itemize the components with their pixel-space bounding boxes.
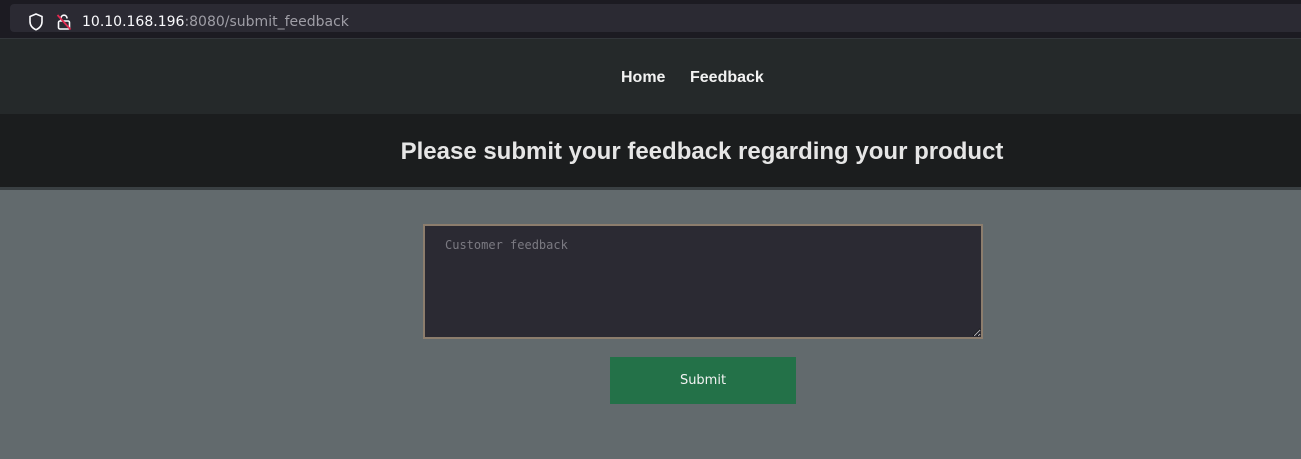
nav-home-link[interactable]: Home [621, 68, 665, 88]
page-banner: Please submit your feedback regarding yo… [0, 114, 1301, 187]
page-title: Please submit your feedback regarding yo… [400, 138, 1004, 165]
banner-divider [0, 187, 1301, 190]
submit-button[interactable]: Submit [610, 357, 796, 404]
customer-feedback-textarea[interactable] [423, 224, 983, 339]
top-navigation: Home Feedback [0, 38, 1301, 114]
nav-feedback-link[interactable]: Feedback [690, 68, 764, 88]
insecure-lock-icon[interactable] [56, 13, 72, 31]
shield-icon[interactable] [28, 13, 44, 31]
url-host: 10.10.168.196 [82, 14, 185, 30]
browser-toolbar: 10.10.168.196:8080/submit_feedback [0, 0, 1301, 38]
url-path: :8080/submit_feedback [184, 14, 349, 30]
url-text[interactable]: 10.10.168.196:8080/submit_feedback [82, 12, 349, 32]
address-bar[interactable]: 10.10.168.196:8080/submit_feedback [10, 4, 1301, 32]
